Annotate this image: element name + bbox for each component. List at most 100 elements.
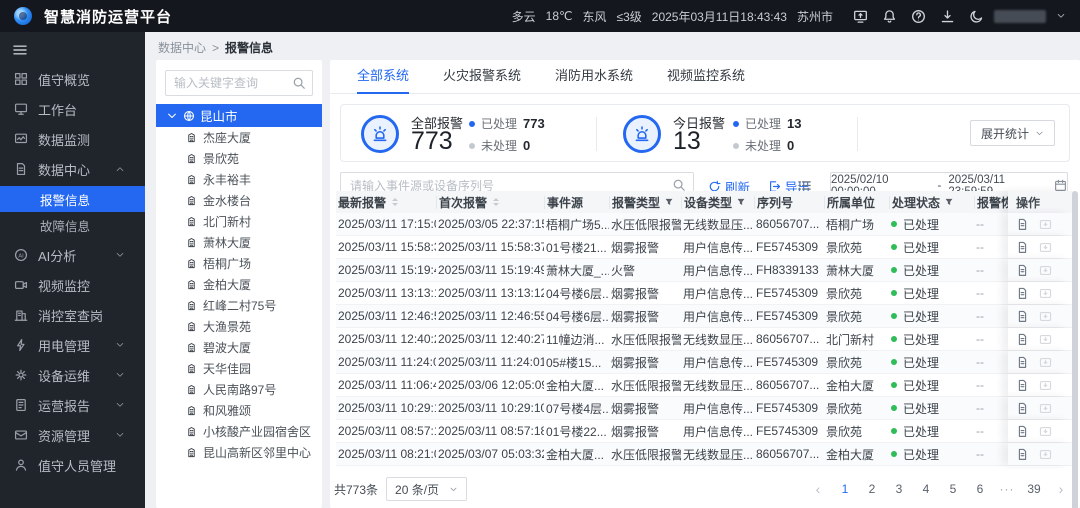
download-icon[interactable] bbox=[940, 9, 955, 24]
tree-node-building[interactable]: 杰座大厦 bbox=[156, 127, 322, 148]
page-6-button[interactable]: 6 bbox=[971, 482, 989, 496]
table-header-row: 最新报警首次报警事件源报警类型设备类型序列号所属单位处理状态报警恢复状操作 bbox=[336, 191, 1074, 213]
expand-stats-button[interactable]: 展开统计 bbox=[969, 120, 1055, 146]
filter-icon[interactable] bbox=[944, 197, 954, 207]
filter-icon[interactable] bbox=[736, 197, 746, 207]
sidebar-item-operation-report[interactable]: 运营报告 bbox=[0, 390, 145, 420]
detail-doc-icon[interactable] bbox=[1016, 287, 1029, 300]
tab-system-2[interactable]: 消防用水系统 bbox=[555, 60, 633, 94]
sidebar-item-resource-mgmt[interactable]: 资源管理 bbox=[0, 420, 145, 450]
question-icon[interactable] bbox=[911, 9, 926, 24]
app-title: 智慧消防运营平台 bbox=[44, 8, 173, 26]
city-label: 苏州市 bbox=[796, 9, 833, 24]
breadcrumb-current: 报警信息 bbox=[225, 41, 274, 55]
detail-doc-icon[interactable] bbox=[1016, 264, 1029, 277]
cell: 无线数显压... bbox=[683, 332, 754, 347]
page-2-button[interactable]: 2 bbox=[863, 482, 881, 496]
sort-icon[interactable] bbox=[493, 196, 500, 209]
cell: 2025/03/05 22:37:15 bbox=[438, 217, 544, 231]
next-page-button[interactable]: › bbox=[1052, 481, 1070, 497]
filter-icon[interactable] bbox=[664, 197, 674, 207]
video-playback-icon bbox=[1039, 402, 1052, 415]
moon-icon[interactable] bbox=[969, 9, 984, 24]
sidebar-collapse-icon[interactable] bbox=[12, 42, 28, 58]
sidebar-item-workbench[interactable]: 工作台 bbox=[0, 94, 145, 124]
table-row: 2025/03/11 15:19:492025/03/11 15:19:49萧林… bbox=[336, 259, 1074, 282]
ops-cell bbox=[1008, 351, 1070, 373]
sidebar-item-data-monitor[interactable]: 数据监测 bbox=[0, 124, 145, 154]
prev-page-button[interactable]: ‹ bbox=[809, 481, 827, 497]
column-header[interactable]: 报警类型 bbox=[609, 195, 681, 209]
sidebar-item-control-room-check[interactable]: 消控室查岗 bbox=[0, 300, 145, 330]
cell: 金柏大厦 bbox=[826, 378, 875, 393]
processed-dot-icon bbox=[733, 120, 739, 127]
sidebar-item-ai-analysis[interactable]: AI AI分析 bbox=[0, 240, 145, 270]
sidebar-subitem-alarm-info[interactable]: 报警信息 bbox=[0, 186, 145, 212]
building-icon bbox=[186, 216, 197, 227]
tree-node-building[interactable]: 小核酸产业园宿舍区 bbox=[156, 421, 322, 442]
tree-node-building[interactable]: 金柏大厦 bbox=[156, 274, 322, 295]
tree-node-building[interactable]: 永丰裕丰 bbox=[156, 169, 322, 190]
detail-doc-icon[interactable] bbox=[1016, 379, 1029, 392]
sidebar-item-overview[interactable]: 值守概览 bbox=[0, 64, 145, 94]
tree-root-label: 昆山市 bbox=[200, 110, 238, 124]
tree-node-building[interactable]: 和风雅颂 bbox=[156, 400, 322, 421]
sidebar-item-video-monitor[interactable]: 视频监控 bbox=[0, 270, 145, 300]
sidebar-subitem-fault-info[interactable]: 故障信息 bbox=[0, 212, 145, 238]
detail-doc-icon[interactable] bbox=[1016, 218, 1029, 231]
table-scrollbar[interactable] bbox=[1072, 191, 1078, 508]
status-dot-icon bbox=[891, 313, 897, 319]
column-header[interactable]: 最新报警 bbox=[336, 196, 436, 209]
breadcrumb-parent[interactable]: 数据中心 bbox=[158, 39, 206, 56]
tree-node-building[interactable]: 红峰二村75号 bbox=[156, 295, 322, 316]
bell-icon[interactable] bbox=[882, 9, 897, 24]
page-4-button[interactable]: 4 bbox=[917, 482, 935, 496]
monitor-chart-icon bbox=[14, 132, 28, 146]
building-icon bbox=[186, 258, 197, 269]
detail-doc-icon[interactable] bbox=[1016, 356, 1029, 369]
today-unprocessed: 未处理 0 bbox=[733, 137, 794, 154]
page-39-button[interactable]: 39 bbox=[1025, 482, 1043, 496]
tree-node-building[interactable]: 昆山高新区邻里中心 bbox=[156, 442, 322, 463]
screen-share-icon[interactable] bbox=[853, 9, 868, 24]
detail-doc-icon[interactable] bbox=[1016, 402, 1029, 415]
tree-root-city[interactable]: 昆山市 bbox=[156, 104, 322, 127]
sidebar-item-duty-staff-mgmt[interactable]: 值守人员管理 bbox=[0, 450, 145, 480]
tree-node-building[interactable]: 北门新村 bbox=[156, 211, 322, 232]
column-header[interactable]: 处理状态 bbox=[889, 195, 974, 209]
tree-node-building[interactable]: 萧林大厦 bbox=[156, 232, 322, 253]
page-5-button[interactable]: 5 bbox=[944, 482, 962, 496]
sort-icon[interactable] bbox=[392, 196, 399, 209]
tree-node-building[interactable]: 景欣苑 bbox=[156, 148, 322, 169]
page-size-select[interactable]: 20 条/页 bbox=[386, 477, 468, 501]
sidebar-item-data-center[interactable]: 数据中心 bbox=[0, 154, 145, 184]
page-3-button[interactable]: 3 bbox=[890, 482, 908, 496]
sidebar-item-device-ops[interactable]: 设备运维 bbox=[0, 360, 145, 390]
tree-search-input[interactable] bbox=[165, 70, 313, 96]
detail-doc-icon[interactable] bbox=[1016, 333, 1029, 346]
column-header[interactable]: 设备类型 bbox=[681, 195, 754, 209]
tree-node-building[interactable]: 碧波大厦 bbox=[156, 337, 322, 358]
tab-system-3[interactable]: 视频监控系统 bbox=[667, 60, 745, 94]
table-row: 2025/03/11 13:13:122025/03/11 13:13:1204… bbox=[336, 282, 1074, 305]
username-redacted[interactable] bbox=[994, 9, 1046, 23]
detail-doc-icon[interactable] bbox=[1016, 448, 1029, 461]
tree-node-building[interactable]: 金水楼台 bbox=[156, 190, 322, 211]
caret-down-icon[interactable] bbox=[166, 110, 178, 122]
detail-doc-icon[interactable] bbox=[1016, 310, 1029, 323]
page-1-button[interactable]: 1 bbox=[836, 482, 854, 496]
detail-doc-icon[interactable] bbox=[1016, 241, 1029, 254]
tab-system-1[interactable]: 火灾报警系统 bbox=[443, 60, 521, 94]
column-header[interactable]: 首次报警 bbox=[436, 195, 544, 209]
tree-node-building[interactable]: 大渔景苑 bbox=[156, 316, 322, 337]
chevron-down-icon[interactable] bbox=[1056, 11, 1066, 21]
detail-doc-icon[interactable] bbox=[1016, 425, 1029, 438]
tree-node-building[interactable]: 人民南路97号 bbox=[156, 379, 322, 400]
cell: 2025/03/07 05:03:32 bbox=[438, 447, 544, 461]
tree-node-building[interactable]: 梧桐广场 bbox=[156, 253, 322, 274]
sidebar-item-power-mgmt[interactable]: 用电管理 bbox=[0, 330, 145, 360]
cell: 用户信息传... bbox=[683, 286, 754, 301]
tab-system-0[interactable]: 全部系统 bbox=[357, 60, 410, 94]
cell: 2025/03/11 11:24:01 bbox=[338, 355, 436, 369]
tree-node-building[interactable]: 天华佳园 bbox=[156, 358, 322, 379]
